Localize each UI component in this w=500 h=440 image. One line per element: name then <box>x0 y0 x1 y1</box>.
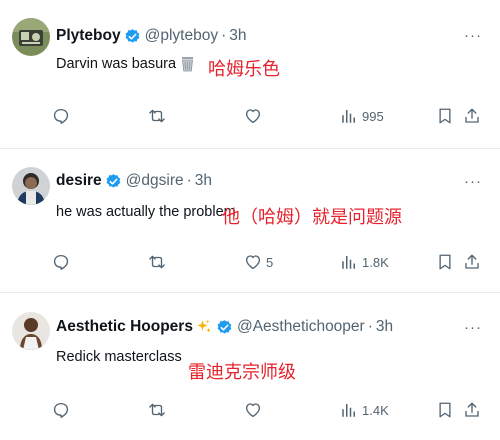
timestamp[interactable]: 3h <box>195 172 212 190</box>
reply-icon <box>52 253 70 271</box>
bookmark-button[interactable] <box>436 398 454 422</box>
views-icon <box>340 401 358 419</box>
like-button[interactable] <box>244 398 266 422</box>
like-button[interactable] <box>244 104 266 128</box>
retweet-button[interactable] <box>148 398 170 422</box>
wastebasket-emoji-icon <box>180 56 195 72</box>
tweet-text: he was actually the problem <box>56 204 236 220</box>
timestamp[interactable]: 3h <box>376 318 393 336</box>
retweet-button[interactable] <box>148 250 170 274</box>
reply-button[interactable] <box>52 104 74 128</box>
action-bar: 1.4K <box>0 398 500 422</box>
avatar[interactable] <box>12 312 50 350</box>
separator: · <box>367 318 373 335</box>
divider <box>0 148 500 149</box>
like-button[interactable]: 5 <box>244 250 273 274</box>
verified-badge-icon <box>124 28 141 45</box>
reply-icon <box>52 401 70 419</box>
retweet-icon <box>148 253 166 271</box>
tweet-text-content: he was actually the problem <box>56 204 236 220</box>
annotation-text: 哈姆乐色 <box>208 59 280 80</box>
more-icon[interactable]: ··· <box>464 174 482 189</box>
retweet-button[interactable] <box>148 104 170 128</box>
tweet-header: Plyteboy @plyteboy · 3h <box>56 26 247 46</box>
like-count: 5 <box>266 254 274 270</box>
reply-icon <box>52 107 70 125</box>
separator: · <box>221 27 227 44</box>
view-count: 995 <box>362 108 384 124</box>
view-count: 1.4K <box>362 402 389 418</box>
divider <box>0 292 500 293</box>
annotation-text: 雷迪克宗师级 <box>188 362 296 383</box>
author-name[interactable]: desire <box>56 172 102 190</box>
views-button[interactable]: 995 <box>340 104 384 128</box>
action-bar: 995 <box>0 104 500 128</box>
author-name[interactable]: Aesthetic Hoopers <box>56 318 193 336</box>
share-icon <box>463 401 481 419</box>
bookmark-icon <box>436 253 454 271</box>
timestamp[interactable]: 3h <box>229 27 246 45</box>
more-icon[interactable]: ··· <box>464 320 482 335</box>
share-button[interactable] <box>463 398 481 422</box>
sparkles-emoji-icon <box>195 318 213 336</box>
reply-button[interactable] <box>52 250 74 274</box>
annotation-text: 他（哈姆）就是问题源 <box>222 207 402 228</box>
author-handle[interactable]: @dgsire <box>126 172 184 190</box>
retweet-icon <box>148 401 166 419</box>
share-icon <box>463 107 481 125</box>
separator: · <box>186 172 192 189</box>
heart-icon <box>244 401 262 419</box>
more-icon[interactable]: ··· <box>464 28 482 43</box>
tweet-plyteboy[interactable]: Plyteboy @plyteboy · 3h ··· Darvin was b… <box>0 0 500 150</box>
bookmark-icon <box>436 107 454 125</box>
tweet-header: Aesthetic Hoopers @Aesthetichooper · 3h <box>56 317 393 337</box>
bookmark-button[interactable] <box>436 250 454 274</box>
tweet-text-content: Darvin was basura <box>56 56 177 72</box>
verified-badge-icon <box>105 173 122 190</box>
views-icon <box>340 253 358 271</box>
author-handle[interactable]: @plyteboy <box>145 27 218 45</box>
heart-icon <box>244 107 262 125</box>
share-button[interactable] <box>463 104 481 128</box>
heart-icon <box>244 253 262 271</box>
bookmark-button[interactable] <box>436 104 454 128</box>
tweet-text: Redick masterclass <box>56 349 182 365</box>
tweet-aesthetic-hoopers[interactable]: Aesthetic Hoopers @Aesthetichooper · 3h … <box>0 294 500 440</box>
views-icon <box>340 107 358 125</box>
tweet-desire[interactable]: desire @dgsire · 3h ··· he was actually … <box>0 150 500 290</box>
share-icon <box>463 253 481 271</box>
retweet-icon <box>148 107 166 125</box>
action-bar: 5 1.8K <box>0 250 500 274</box>
author-name[interactable]: Plyteboy <box>56 27 121 45</box>
verified-badge-icon <box>216 319 233 336</box>
avatar[interactable] <box>12 167 50 205</box>
views-button[interactable]: 1.4K <box>340 398 389 422</box>
bookmark-icon <box>436 401 454 419</box>
views-button[interactable]: 1.8K <box>340 250 389 274</box>
share-button[interactable] <box>463 250 481 274</box>
tweet-text: Darvin was basura <box>56 56 195 72</box>
tweet-header: desire @dgsire · 3h <box>56 171 212 191</box>
view-count: 1.8K <box>362 254 389 270</box>
tweet-text-content: Redick masterclass <box>56 349 182 365</box>
reply-button[interactable] <box>52 398 74 422</box>
avatar[interactable] <box>12 18 50 56</box>
author-handle[interactable]: @Aesthetichooper <box>237 318 365 336</box>
